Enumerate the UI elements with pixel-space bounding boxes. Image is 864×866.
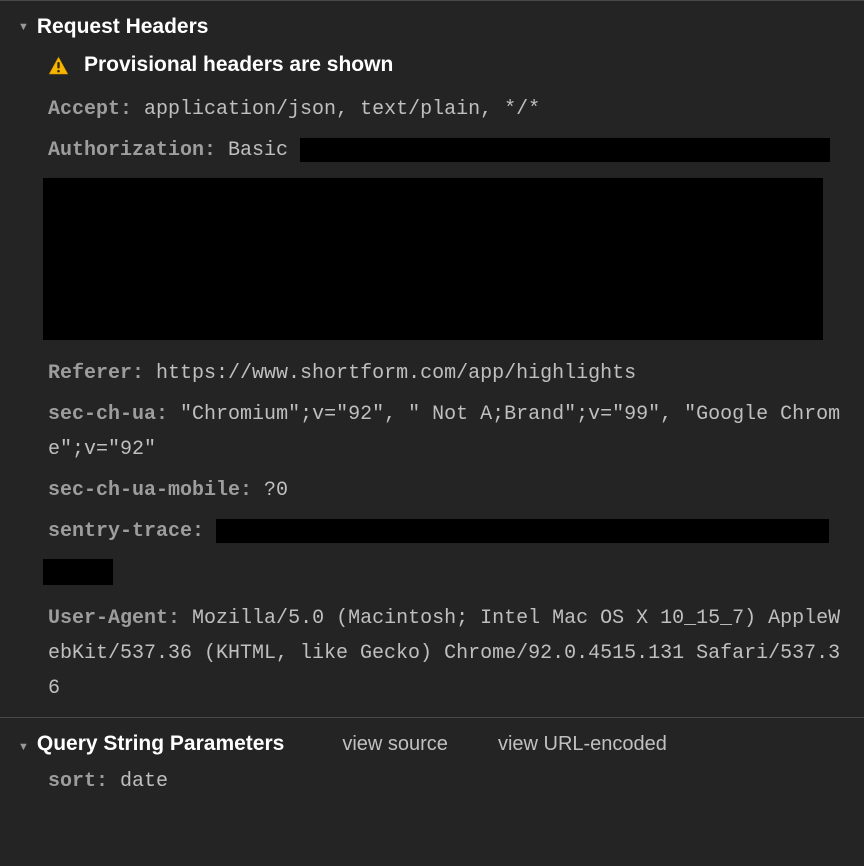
section-title: Query String Parameters [37,732,284,756]
header-value-prefix: Basic [228,139,300,162]
header-name: sec-ch-ua [48,403,180,426]
warning-icon [48,56,69,75]
redacted-icon [43,559,113,585]
warning-text: Provisional headers are shown [84,53,393,77]
header-sec-ch-ua-mobile: sec-ch-ua-mobile?0 [48,470,864,511]
query-string-parameters-header[interactable]: ▼ Query String Parameters view source vi… [0,726,864,764]
header-name: Accept [48,98,144,121]
redacted-icon [216,519,829,543]
param-name: sort [48,770,120,793]
view-url-encoded-button[interactable]: view URL-encoded [498,733,667,756]
view-source-button[interactable]: view source [342,733,448,756]
header-value: ?0 [264,479,288,502]
request-headers-header[interactable]: ▼ Request Headers [0,9,864,47]
header-value: application/json, text/plain, */* [144,98,540,121]
chevron-down-icon: ▼ [18,22,29,33]
query-string-parameters-section: ▼ Query String Parameters view source vi… [0,717,864,804]
header-name: User-Agent [48,607,192,630]
header-sentry-trace: sentry-trace [48,511,864,598]
header-name: Authorization [48,139,228,162]
header-user-agent: User-AgentMozilla/5.0 (Macintosh; Intel … [48,598,864,709]
query-string-parameters-body: sortdate [0,764,864,796]
header-value: https://www.shortform.com/app/highlights [156,362,636,385]
section-actions: view source view URL-encoded [342,733,667,756]
header-name: sec-ch-ua-mobile [48,479,264,502]
request-headers-body: Provisional headers are shown Acceptappl… [0,47,864,709]
param-value: date [120,770,168,793]
param-sort: sortdate [48,764,864,796]
header-authorization: AuthorizationBasic [48,130,864,353]
header-sec-ch-ua: sec-ch-ua"Chromium";v="92", " Not A;Bran… [48,394,864,470]
header-name: sentry-trace [48,520,216,543]
header-referer: Refererhttps://www.shortform.com/app/hig… [48,353,864,394]
header-name: Referer [48,362,156,385]
redacted-icon [43,178,823,340]
section-title: Request Headers [37,15,209,39]
redacted-icon [300,138,830,162]
provisional-warning: Provisional headers are shown [48,47,864,89]
request-headers-section: ▼ Request Headers Provisional headers ar… [0,0,864,717]
chevron-down-icon: ▼ [18,742,29,753]
header-accept: Acceptapplication/json, text/plain, */* [48,89,864,130]
